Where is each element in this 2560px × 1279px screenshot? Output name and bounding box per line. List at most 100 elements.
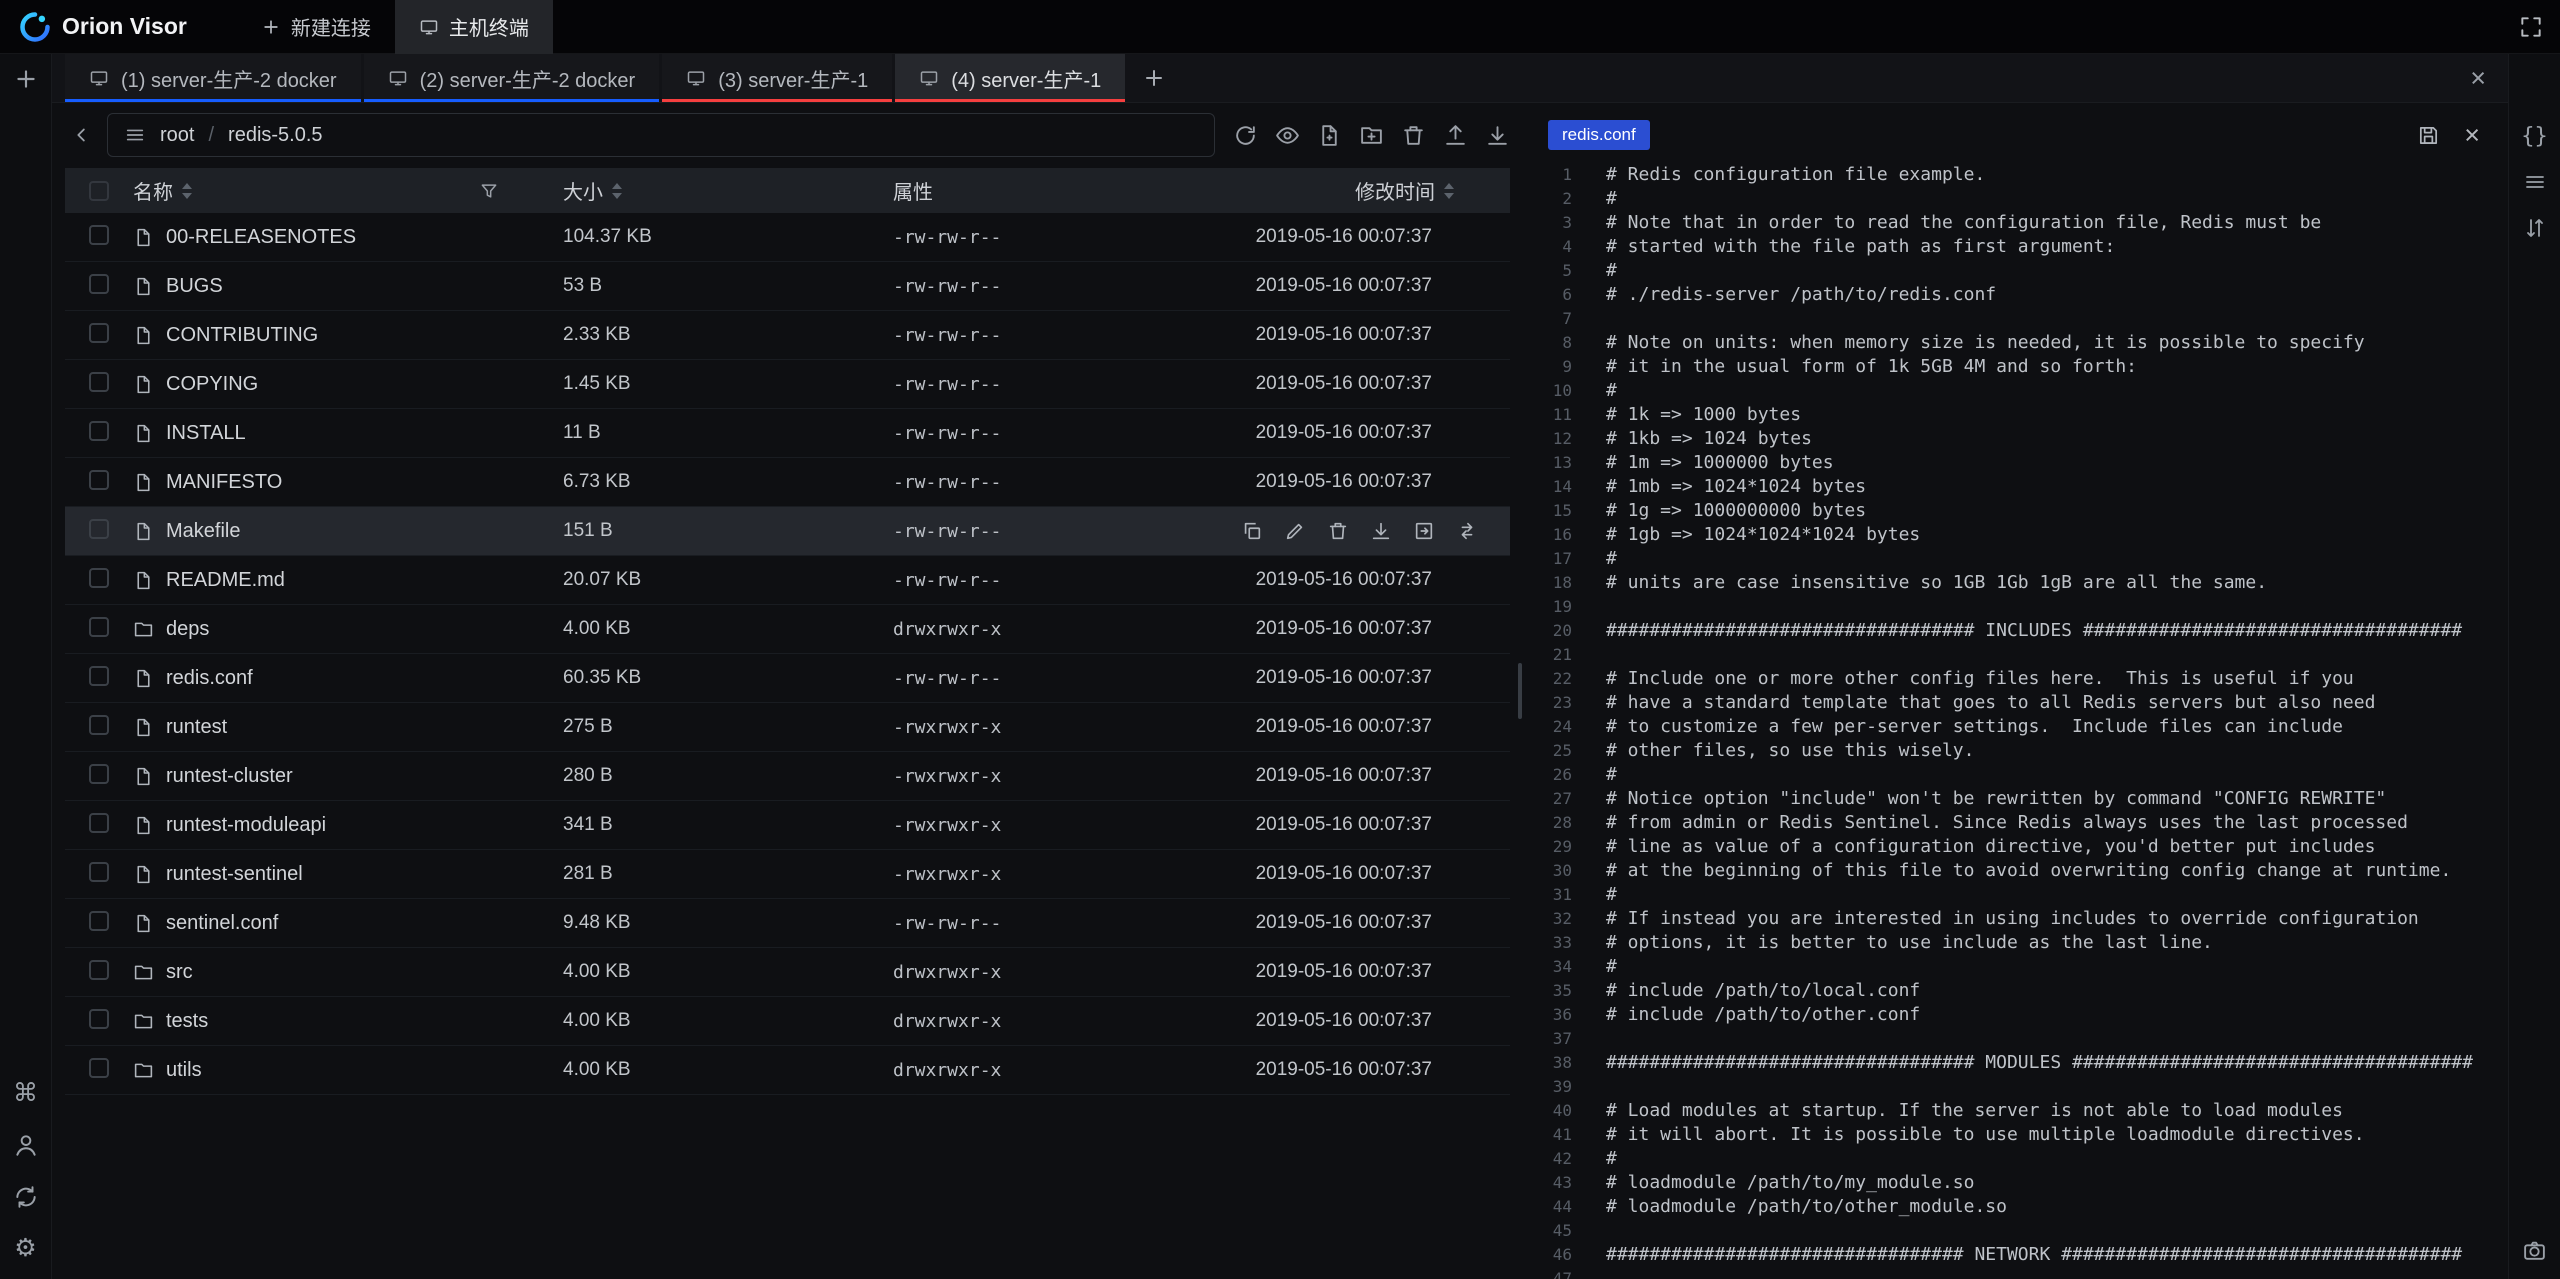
row-checkbox[interactable]	[89, 715, 109, 735]
file-name[interactable]: runtest-cluster	[166, 765, 293, 788]
row-checkbox[interactable]	[89, 470, 109, 490]
new-file-button[interactable]	[1317, 123, 1342, 148]
table-row[interactable]: utils 4.00 KB drwxrwxr-x 2019-05-16 00:0…	[65, 1046, 1510, 1095]
row-checkbox[interactable]	[89, 225, 109, 245]
host-terminal-tab[interactable]: 主机终端	[395, 0, 553, 54]
file-name[interactable]: README.md	[166, 569, 285, 592]
edit-button[interactable]	[1284, 520, 1306, 542]
new-terminal-tab-button[interactable]	[1142, 66, 1166, 90]
splitter-handle[interactable]	[1518, 663, 1522, 719]
column-header-name[interactable]: 名称	[133, 176, 537, 205]
sort-icon[interactable]	[612, 183, 622, 199]
download-button[interactable]	[1370, 520, 1392, 542]
row-checkbox[interactable]	[89, 274, 109, 294]
file-name[interactable]: Makefile	[166, 520, 240, 543]
table-row[interactable]: runtest-cluster 280 B -rwxrwxr-x 2019-05…	[65, 752, 1510, 801]
file-name[interactable]: BUGS	[166, 275, 223, 298]
row-checkbox[interactable]	[89, 519, 109, 539]
file-name[interactable]: COPYING	[166, 373, 258, 396]
table-row[interactable]: sentinel.conf 9.48 KB -rw-rw-r-- 2019-05…	[65, 899, 1510, 948]
table-row[interactable]: src 4.00 KB drwxrwxr-x 2019-05-16 00:07:…	[65, 948, 1510, 997]
terminal-tab[interactable]: (2) server-生产-2 docker	[364, 54, 660, 102]
file-name[interactable]: redis.conf	[166, 667, 253, 690]
column-header-attr[interactable]: 属性	[867, 176, 1227, 205]
column-header-size[interactable]: 大小	[537, 176, 867, 205]
filter-icon[interactable]	[479, 181, 499, 201]
toggle-hidden-files-button[interactable]	[1275, 123, 1300, 148]
table-row[interactable]: INSTALL 11 B -rw-rw-r-- 2019-05-16 00:07…	[65, 409, 1510, 458]
file-name[interactable]: runtest	[166, 716, 227, 739]
delete-button[interactable]	[1401, 123, 1426, 148]
transfer-list-button[interactable]	[13, 1184, 39, 1210]
add-connection-button[interactable]	[13, 66, 39, 92]
file-name[interactable]: runtest-sentinel	[166, 863, 303, 886]
copy-button[interactable]	[1241, 520, 1263, 542]
breadcrumb-current[interactable]: redis-5.0.5	[228, 124, 323, 147]
screenshot-button[interactable]	[2522, 1238, 2547, 1263]
back-button[interactable]	[65, 113, 99, 157]
move-button[interactable]	[1413, 520, 1435, 542]
table-row[interactable]: 00-RELEASENOTES 104.37 KB -rw-rw-r-- 201…	[65, 213, 1510, 262]
row-checkbox[interactable]	[89, 911, 109, 931]
row-checkbox[interactable]	[89, 862, 109, 882]
table-row[interactable]: tests 4.00 KB drwxrwxr-x 2019-05-16 00:0…	[65, 997, 1510, 1046]
panel-splitter[interactable]	[1510, 103, 1530, 1279]
sort-icon[interactable]	[1444, 183, 1454, 199]
transfer-button[interactable]	[1456, 520, 1478, 542]
file-name[interactable]: sentinel.conf	[166, 912, 278, 935]
file-name[interactable]: MANIFESTO	[166, 471, 282, 494]
row-checkbox[interactable]	[89, 960, 109, 980]
column-header-mtime[interactable]: 修改时间	[1227, 176, 1454, 205]
table-row[interactable]: README.md 20.07 KB -rw-rw-r-- 2019-05-16…	[65, 556, 1510, 605]
row-checkbox[interactable]	[89, 323, 109, 343]
terminal-tab[interactable]: (1) server-生产-2 docker	[65, 54, 361, 102]
table-row[interactable]: runtest 275 B -rwxrwxr-x 2019-05-16 00:0…	[65, 703, 1510, 752]
table-row[interactable]: deps 4.00 KB drwxrwxr-x 2019-05-16 00:07…	[65, 605, 1510, 654]
row-checkbox[interactable]	[89, 372, 109, 392]
table-row[interactable]: COPYING 1.45 KB -rw-rw-r-- 2019-05-16 00…	[65, 360, 1510, 409]
editor-close-button[interactable]: ×	[2464, 122, 2480, 149]
table-row[interactable]: MANIFESTO 6.73 KB -rw-rw-r-- 2019-05-16 …	[65, 458, 1510, 507]
row-checkbox[interactable]	[89, 617, 109, 637]
settings-button[interactable]: ⚙	[14, 1236, 36, 1261]
file-name[interactable]: INSTALL	[166, 422, 246, 445]
editor-file-tab[interactable]: redis.conf	[1548, 120, 1650, 150]
table-row[interactable]: Makefile 151 B -rw-rw-r-- 2019-05-16 00:…	[65, 507, 1510, 556]
file-name[interactable]: runtest-moduleapi	[166, 814, 326, 837]
session-config-button[interactable]: {}	[2521, 126, 2548, 148]
row-checkbox[interactable]	[89, 421, 109, 441]
file-name[interactable]: CONTRIBUTING	[166, 324, 318, 347]
file-name[interactable]: utils	[166, 1059, 202, 1082]
code-editor[interactable]: 1 # Redis configuration file example. 2 …	[1530, 157, 2508, 1279]
new-connection-button[interactable]: 新建连接	[237, 0, 395, 54]
table-row[interactable]: CONTRIBUTING 2.33 KB -rw-rw-r-- 2019-05-…	[65, 311, 1510, 360]
table-row[interactable]: runtest-moduleapi 341 B -rwxrwxr-x 2019-…	[65, 801, 1510, 850]
sort-icon[interactable]	[182, 183, 192, 199]
row-checkbox[interactable]	[89, 1058, 109, 1078]
breadcrumb-root[interactable]: root	[160, 124, 194, 147]
row-checkbox[interactable]	[89, 666, 109, 686]
refresh-button[interactable]	[1233, 123, 1258, 148]
user-center-button[interactable]	[13, 1132, 39, 1158]
terminal-tab[interactable]: (4) server-生产-1	[895, 54, 1125, 102]
session-list-button[interactable]	[2523, 170, 2547, 194]
row-checkbox[interactable]	[89, 813, 109, 833]
file-name[interactable]: tests	[166, 1010, 208, 1033]
table-row[interactable]: redis.conf 60.35 KB -rw-rw-r-- 2019-05-1…	[65, 654, 1510, 703]
new-folder-button[interactable]	[1359, 123, 1384, 148]
upload-button[interactable]	[1443, 123, 1468, 148]
table-row[interactable]: BUGS 53 B -rw-rw-r-- 2019-05-16 00:07:37	[65, 262, 1510, 311]
command-palette-button[interactable]: ⌘	[13, 1081, 38, 1106]
fullscreen-button[interactable]	[2518, 14, 2544, 40]
select-all-checkbox[interactable]	[89, 181, 109, 201]
terminal-tab[interactable]: (3) server-生产-1	[662, 54, 892, 102]
file-name[interactable]: deps	[166, 618, 209, 641]
delete-button[interactable]	[1327, 520, 1349, 542]
row-checkbox[interactable]	[89, 568, 109, 588]
file-name[interactable]: 00-RELEASENOTES	[166, 226, 356, 249]
sort-sessions-button[interactable]	[2523, 216, 2547, 240]
close-panel-button[interactable]: ×	[2470, 65, 2486, 92]
row-checkbox[interactable]	[89, 1009, 109, 1029]
row-checkbox[interactable]	[89, 764, 109, 784]
download-button[interactable]	[1485, 123, 1510, 148]
